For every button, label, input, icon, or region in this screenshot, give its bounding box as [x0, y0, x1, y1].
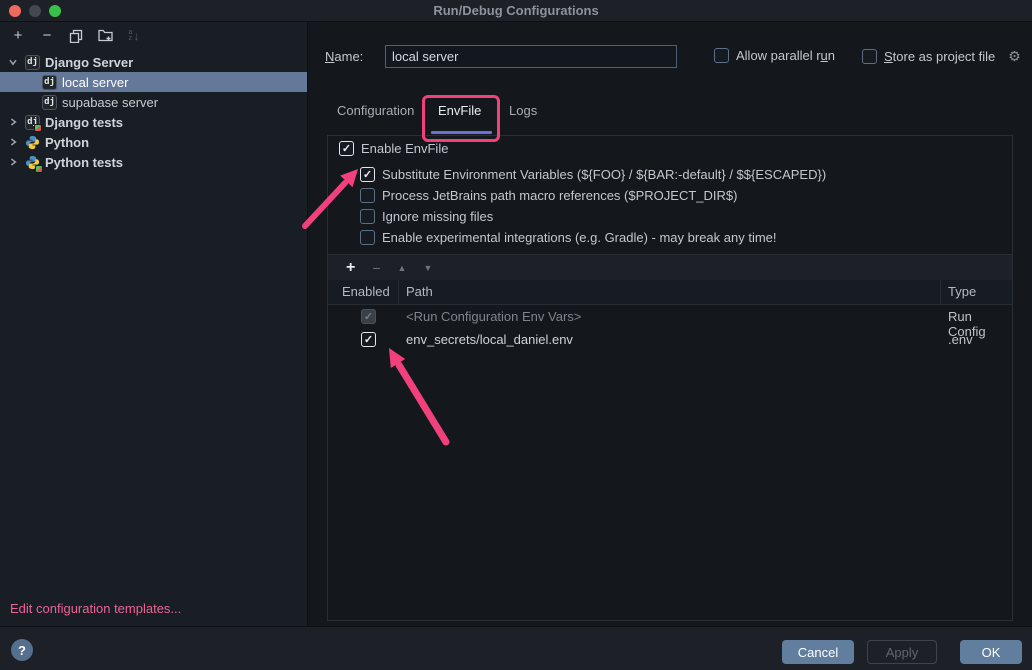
tree-item-django-tests[interactable]: dj Django tests: [0, 112, 307, 132]
tree-item-django-server[interactable]: dj Django Server: [0, 52, 307, 72]
checkbox-icon[interactable]: [360, 167, 375, 182]
row-type: .env: [948, 332, 973, 347]
tree-item-label: Django tests: [45, 115, 123, 130]
move-down-icon: ▼: [423, 261, 432, 275]
python-test-icon: [25, 155, 40, 170]
configurations-sidebar: + − az↓ dj Django Server dj local server…: [0, 22, 308, 626]
configuration-editor: Name: Allow parallel run Store as projec…: [309, 22, 1032, 626]
table-header: Enabled Path Type: [328, 280, 1012, 305]
name-input[interactable]: [385, 45, 677, 68]
django-test-icon: dj: [25, 115, 40, 130]
ok-button[interactable]: OK: [960, 640, 1022, 664]
window-title: Run/Debug Configurations: [0, 3, 1032, 18]
tree-item-label: Django Server: [45, 55, 133, 70]
row-path: env_secrets/local_daniel.env: [406, 332, 573, 347]
django-icon: dj: [42, 95, 57, 110]
column-separator: [398, 280, 399, 304]
checkbox-icon[interactable]: [339, 141, 354, 156]
sidebar-toolbar: + − az↓: [0, 22, 307, 49]
gear-icon[interactable]: ⚙: [1008, 48, 1021, 65]
move-up-icon: ▲: [398, 261, 407, 275]
add-configuration-icon[interactable]: +: [10, 28, 26, 44]
chevron-right-icon[interactable]: [6, 115, 20, 129]
tree-item-label: local server: [62, 75, 128, 90]
checkbox-icon[interactable]: [862, 49, 877, 64]
row-enabled-checkbox[interactable]: [361, 332, 376, 347]
column-header-path[interactable]: Path: [406, 284, 433, 299]
cancel-button[interactable]: Cancel: [782, 640, 854, 664]
python-icon: [25, 135, 40, 150]
tab-envfile[interactable]: EnvFile: [438, 103, 481, 118]
chevron-right-icon[interactable]: [6, 155, 20, 169]
active-tab-underline: [431, 131, 492, 134]
title-bar: Run/Debug Configurations: [0, 0, 1032, 22]
column-header-type[interactable]: Type: [948, 284, 976, 299]
envfile-panel: Enable EnvFile Substitute Environment Va…: [327, 135, 1013, 621]
enable-envfile-checkbox[interactable]: Enable EnvFile: [339, 141, 448, 156]
add-env-file-icon[interactable]: +: [346, 261, 355, 275]
chevron-right-icon[interactable]: [6, 135, 20, 149]
column-separator: [940, 280, 941, 304]
tree-item-local-server[interactable]: dj local server: [0, 72, 307, 92]
row-enabled-checkbox: [361, 309, 376, 324]
new-folder-icon[interactable]: [97, 28, 113, 44]
sort-configurations-icon: az↓: [126, 28, 142, 44]
dialog-footer: ? Cancel Apply OK: [0, 626, 1032, 670]
table-row-run-config-env-vars[interactable]: <Run Configuration Env Vars> Run Config: [328, 305, 1012, 328]
tree-item-supabase-server[interactable]: dj supabase server: [0, 92, 307, 112]
allow-parallel-run-checkbox[interactable]: Allow parallel run: [714, 48, 835, 63]
edit-configuration-templates-link[interactable]: Edit configuration templates...: [10, 601, 181, 616]
experimental-integrations-checkbox[interactable]: Enable experimental integrations (e.g. G…: [360, 230, 777, 245]
env-files-table: + − ▲ ▼ Enabled Path Type <Run Configura…: [328, 254, 1012, 620]
checkbox-icon[interactable]: [360, 209, 375, 224]
tree-item-label: supabase server: [62, 95, 158, 110]
ignore-missing-files-checkbox[interactable]: Ignore missing files: [360, 209, 493, 224]
tree-item-label: Python: [45, 135, 89, 150]
process-path-macro-checkbox[interactable]: Process JetBrains path macro references …: [360, 188, 737, 203]
django-icon: dj: [25, 55, 40, 70]
checkbox-icon[interactable]: [714, 48, 729, 63]
tree-item-python[interactable]: Python: [0, 132, 307, 152]
store-as-project-file-checkbox[interactable]: Store as project file ⚙: [862, 48, 1021, 65]
remove-configuration-icon[interactable]: −: [39, 28, 55, 44]
option-label: Substitute Environment Variables (${FOO}…: [382, 167, 826, 182]
store-as-project-file-label: Store as project file: [884, 49, 995, 64]
option-label: Enable EnvFile: [361, 141, 448, 156]
tab-logs[interactable]: Logs: [509, 103, 537, 118]
checkbox-icon[interactable]: [360, 188, 375, 203]
apply-button: Apply: [867, 640, 937, 664]
allow-parallel-run-label: Allow parallel run: [736, 48, 835, 63]
tree-item-label: Python tests: [45, 155, 123, 170]
chevron-down-icon[interactable]: [6, 55, 20, 69]
help-button[interactable]: ?: [11, 639, 33, 661]
substitute-env-vars-checkbox[interactable]: Substitute Environment Variables (${FOO}…: [360, 167, 826, 182]
row-path: <Run Configuration Env Vars>: [406, 309, 581, 324]
option-label: Enable experimental integrations (e.g. G…: [382, 230, 777, 245]
copy-configuration-icon[interactable]: [68, 28, 84, 44]
option-label: Ignore missing files: [382, 209, 493, 224]
remove-env-file-icon: −: [372, 261, 380, 275]
tree-item-python-tests[interactable]: Python tests: [0, 152, 307, 172]
tab-configuration[interactable]: Configuration: [337, 103, 414, 118]
table-toolbar: + − ▲ ▼: [328, 255, 1012, 280]
column-header-enabled[interactable]: Enabled: [342, 284, 390, 299]
configuration-tree: dj Django Server dj local server dj supa…: [0, 52, 307, 172]
checkbox-icon[interactable]: [360, 230, 375, 245]
django-icon: dj: [42, 75, 57, 90]
table-row-env-secrets-file[interactable]: env_secrets/local_daniel.env .env: [328, 328, 1012, 351]
option-label: Process JetBrains path macro references …: [382, 188, 737, 203]
name-label: Name:: [325, 49, 363, 64]
